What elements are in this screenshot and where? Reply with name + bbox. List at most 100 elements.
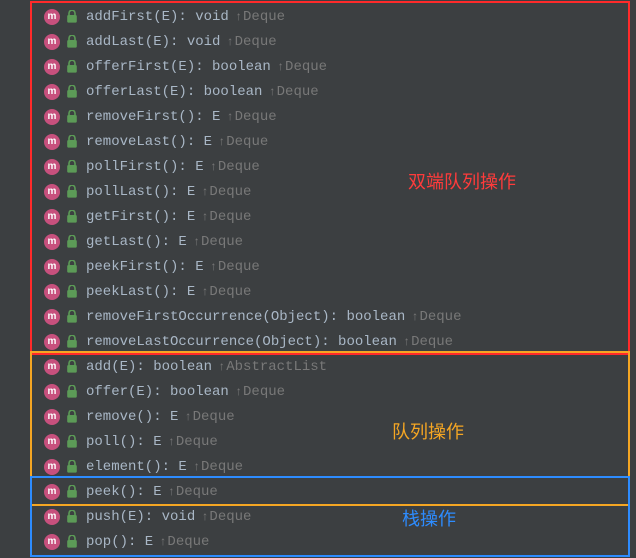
method-badge-icon: m (44, 259, 60, 275)
lock-icon (66, 360, 78, 374)
list-item[interactable]: mofferFirst(E): boolean↑Deque (0, 54, 636, 79)
up-arrow-icon: ↑ (218, 135, 225, 149)
override-source: ↑Deque (210, 159, 260, 175)
method-signature: add(E): boolean (86, 359, 212, 375)
method-badge-icon: m (44, 534, 60, 550)
method-signature: element(): E (86, 459, 187, 475)
override-source: ↑Deque (184, 409, 234, 425)
lock-icon (66, 310, 78, 324)
override-class: Deque (411, 334, 453, 350)
list-item[interactable]: mremoveFirst(): E↑Deque (0, 104, 636, 129)
lock-icon (66, 10, 78, 24)
list-item[interactable]: melement(): E↑Deque (0, 454, 636, 479)
method-badge-icon: m (44, 234, 60, 250)
method-signature: addLast(E): void (86, 34, 220, 50)
up-arrow-icon: ↑ (210, 160, 217, 174)
up-arrow-icon: ↑ (277, 60, 284, 74)
list-item[interactable]: mpeekFirst(): E↑Deque (0, 254, 636, 279)
override-class: Deque (167, 534, 209, 550)
method-badge-icon: m (44, 109, 60, 125)
method-badge-icon: m (44, 209, 60, 225)
up-arrow-icon: ↑ (268, 85, 275, 99)
override-class: Deque (201, 234, 243, 250)
override-class: Deque (209, 284, 251, 300)
override-source: ↑Deque (268, 84, 318, 100)
override-source: ↑Deque (210, 259, 260, 275)
list-item[interactable]: m pollFirst(): E ↑Deque (0, 154, 636, 179)
override-class: Deque (201, 459, 243, 475)
method-badge-icon: m (44, 9, 60, 25)
method-signature: pollFirst(): E (86, 159, 204, 175)
list-item[interactable]: mpeek(): E↑Deque (0, 479, 636, 504)
method-signature: removeFirst(): E (86, 109, 220, 125)
method-badge-icon: m (44, 509, 60, 525)
method-badge-icon: m (44, 359, 60, 375)
override-class: Deque (277, 84, 319, 100)
list-item[interactable]: mremoveLast(): E↑Deque (0, 129, 636, 154)
method-badge-icon: m (44, 159, 60, 175)
up-arrow-icon: ↑ (168, 435, 175, 449)
list-item[interactable]: mgetLast(): E↑Deque (0, 229, 636, 254)
list-item[interactable]: m getFirst(): E ↑Deque (0, 204, 636, 229)
method-badge-icon: m (44, 309, 60, 325)
override-source: ↑Deque (235, 384, 285, 400)
method-signature: pollLast(): E (86, 184, 195, 200)
list-item[interactable]: mremoveLastOccurrence(Object): boolean↑D… (0, 329, 636, 354)
method-badge-icon: m (44, 384, 60, 400)
list-item[interactable]: mpeekLast(): E↑Deque (0, 279, 636, 304)
override-source: ↑Deque (159, 534, 209, 550)
override-class: Deque (218, 259, 260, 275)
override-class: Deque (193, 409, 235, 425)
list-item[interactable]: maddLast(E): void↑Deque (0, 29, 636, 54)
method-signature: getLast(): E (86, 234, 187, 250)
method-signature: removeFirstOccurrence(Object): boolean (86, 309, 405, 325)
lock-icon (66, 260, 78, 274)
lock-icon (66, 510, 78, 524)
method-signature: offerLast(E): boolean (86, 84, 262, 100)
lock-icon (66, 460, 78, 474)
override-source: ↑Deque (201, 184, 251, 200)
override-class: Deque (285, 59, 327, 75)
override-class: Deque (209, 509, 251, 525)
lock-icon (66, 535, 78, 549)
list-item[interactable]: mpollLast(): E↑Deque (0, 179, 636, 204)
override-class: Deque (209, 209, 251, 225)
method-signature: offer(E): boolean (86, 384, 229, 400)
list-item[interactable]: mremoveFirstOccurrence(Object): boolean↑… (0, 304, 636, 329)
up-arrow-icon: ↑ (226, 110, 233, 124)
list-item[interactable]: mremove(): E↑Deque (0, 404, 636, 429)
lock-icon (66, 35, 78, 49)
lock-icon (66, 285, 78, 299)
override-class: Deque (419, 309, 461, 325)
list-item[interactable]: mpush(E): void↑Deque (0, 504, 636, 529)
lock-icon (66, 385, 78, 399)
lock-icon (66, 235, 78, 249)
list-item[interactable]: mpop(): E↑Deque (0, 529, 636, 554)
method-badge-icon: m (44, 84, 60, 100)
method-signature: remove(): E (86, 409, 178, 425)
list-item[interactable]: mpoll(): E↑Deque (0, 429, 636, 454)
override-source: ↑Deque (277, 59, 327, 75)
up-arrow-icon: ↑ (226, 35, 233, 49)
lock-icon (66, 210, 78, 224)
method-badge-icon: m (44, 484, 60, 500)
list-item[interactable]: maddFirst(E): void↑Deque (0, 4, 636, 29)
list-item[interactable]: m offer(E): boolean ↑Deque (0, 379, 636, 404)
method-list: maddFirst(E): void↑DequemaddLast(E): voi… (0, 0, 636, 558)
override-source: ↑Deque (193, 459, 243, 475)
override-class: Deque (209, 184, 251, 200)
method-badge-icon: m (44, 434, 60, 450)
method-signature: getFirst(): E (86, 209, 195, 225)
lock-icon (66, 135, 78, 149)
override-source: ↑Deque (201, 209, 251, 225)
method-signature: peekLast(): E (86, 284, 195, 300)
list-item[interactable]: madd(E): boolean↑AbstractList (0, 354, 636, 379)
method-signature: offerFirst(E): boolean (86, 59, 271, 75)
up-arrow-icon: ↑ (210, 260, 217, 274)
override-class: Deque (243, 9, 285, 25)
override-source: ↑Deque (168, 434, 218, 450)
list-item[interactable]: m offerLast(E): boolean ↑Deque (0, 79, 636, 104)
override-source: ↑Deque (201, 509, 251, 525)
lock-icon (66, 85, 78, 99)
override-source: ↑Deque (235, 9, 285, 25)
